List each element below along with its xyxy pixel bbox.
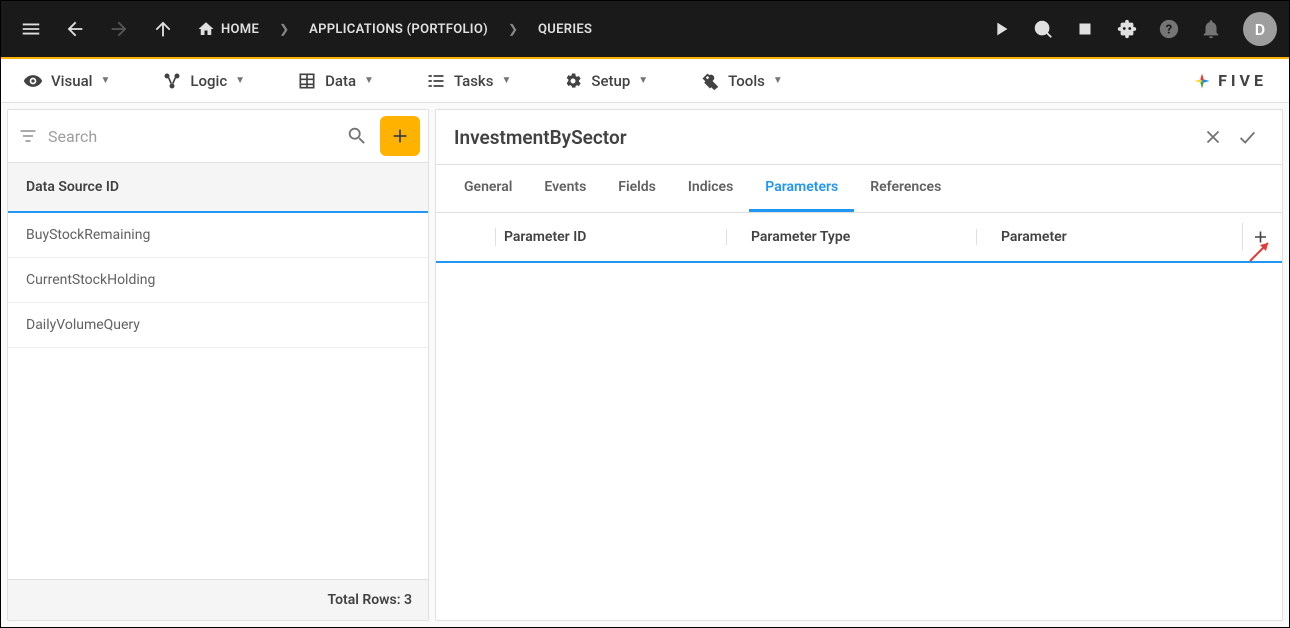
add-button[interactable] <box>380 116 420 156</box>
breadcrumb-home[interactable]: HOME <box>189 20 267 38</box>
search-row <box>8 110 428 163</box>
topbar-left: HOME ❯ APPLICATIONS (PORTFOLIO) ❯ QUERIE… <box>13 11 600 47</box>
list-item[interactable]: DailyVolumeQuery <box>8 303 428 348</box>
svg-text:?: ? <box>1166 23 1172 38</box>
list-item[interactable]: CurrentStockHolding <box>8 258 428 303</box>
right-panel: InvestmentBySector General Events Fields… <box>435 109 1283 621</box>
breadcrumb-queries[interactable]: QUERIES <box>530 22 600 37</box>
menu-data-label: Data <box>325 72 356 90</box>
chevron-down-icon: ▼ <box>364 75 374 86</box>
eye-icon <box>23 71 43 91</box>
help-icon[interactable]: ? <box>1151 11 1187 47</box>
avatar-initial: D <box>1255 20 1265 39</box>
list-footer: Total Rows: 3 <box>8 579 428 620</box>
detail-title: InvestmentBySector <box>454 126 1196 149</box>
plus-icon <box>389 125 411 147</box>
confirm-button[interactable] <box>1230 120 1264 154</box>
column-parameter-id[interactable]: Parameter ID <box>496 229 726 245</box>
check-icon <box>1236 126 1258 148</box>
tab-parameters[interactable]: Parameters <box>749 165 854 212</box>
tools-icon <box>700 71 720 91</box>
menu-bar: Visual ▼ Logic ▼ Data ▼ Tasks ▼ Setup ▼ … <box>1 59 1289 103</box>
menu-visual-label: Visual <box>51 72 92 90</box>
brand-label: FIVE <box>1218 71 1267 90</box>
close-icon <box>1202 126 1224 148</box>
column-parameter[interactable]: Parameter <box>976 229 1242 245</box>
run-search-icon[interactable] <box>1025 11 1061 47</box>
topbar-right: ? D <box>983 11 1277 47</box>
main-area: Data Source ID BuyStockRemaining Current… <box>1 103 1289 627</box>
tab-general[interactable]: General <box>448 165 528 212</box>
chevron-right-icon: ❯ <box>275 22 293 36</box>
list-item[interactable]: BuyStockRemaining <box>8 213 428 258</box>
menu-tasks[interactable]: Tasks ▼ <box>412 65 525 97</box>
brand: FIVE <box>1192 71 1281 91</box>
menu-logic-label: Logic <box>190 72 227 90</box>
tabs: General Events Fields Indices Parameters… <box>436 165 1282 213</box>
add-parameter-button[interactable] <box>1242 223 1270 251</box>
detail-header: InvestmentBySector <box>436 110 1282 165</box>
chevron-right-icon: ❯ <box>504 22 522 36</box>
tab-events[interactable]: Events <box>528 165 602 212</box>
search-icon[interactable] <box>342 125 372 147</box>
home-icon <box>197 20 215 38</box>
hamburger-icon[interactable] <box>13 11 49 47</box>
search-input[interactable] <box>48 127 334 146</box>
menu-data[interactable]: Data ▼ <box>283 65 388 97</box>
tab-references[interactable]: References <box>854 165 957 212</box>
menu-tasks-label: Tasks <box>454 72 494 90</box>
column-spacer <box>448 228 496 246</box>
breadcrumb-home-label: HOME <box>221 22 259 37</box>
chevron-down-icon: ▼ <box>773 75 783 86</box>
gear-icon <box>563 71 583 91</box>
tab-indices[interactable]: Indices <box>672 165 749 212</box>
back-icon[interactable] <box>57 11 93 47</box>
list-body: BuyStockRemaining CurrentStockHolding Da… <box>8 213 428 579</box>
table-icon <box>297 71 317 91</box>
parameter-table-header: Parameter ID Parameter Type Parameter <box>436 213 1282 263</box>
play-icon[interactable] <box>983 11 1019 47</box>
chevron-down-icon: ▼ <box>501 75 511 86</box>
menu-visual[interactable]: Visual ▼ <box>9 65 124 97</box>
bot-icon[interactable] <box>1109 11 1145 47</box>
forward-icon <box>101 11 137 47</box>
tasks-icon <box>426 71 446 91</box>
up-icon[interactable] <box>145 11 181 47</box>
chevron-down-icon: ▼ <box>638 75 648 86</box>
breadcrumb-applications[interactable]: APPLICATIONS (PORTFOLIO) <box>301 22 496 37</box>
chevron-down-icon: ▼ <box>100 75 110 86</box>
top-bar: HOME ❯ APPLICATIONS (PORTFOLIO) ❯ QUERIE… <box>1 1 1289 57</box>
brand-logo-icon <box>1192 71 1212 91</box>
list-column-header[interactable]: Data Source ID <box>8 163 428 213</box>
chevron-down-icon: ▼ <box>235 75 245 86</box>
menu-setup-label: Setup <box>591 72 630 90</box>
menu-tools[interactable]: Tools ▼ <box>686 65 797 97</box>
menu-tools-label: Tools <box>728 72 765 90</box>
plus-icon <box>1251 227 1270 247</box>
logic-icon <box>162 71 182 91</box>
tab-fields[interactable]: Fields <box>602 165 672 212</box>
avatar[interactable]: D <box>1243 12 1277 46</box>
stop-icon[interactable] <box>1067 11 1103 47</box>
filter-icon[interactable] <box>16 126 40 146</box>
menu-setup[interactable]: Setup ▼ <box>549 65 662 97</box>
menu-logic[interactable]: Logic ▼ <box>148 65 259 97</box>
column-parameter-type[interactable]: Parameter Type <box>726 229 976 245</box>
left-panel: Data Source ID BuyStockRemaining Current… <box>7 109 429 621</box>
bell-icon[interactable] <box>1193 11 1229 47</box>
close-button[interactable] <box>1196 120 1230 154</box>
